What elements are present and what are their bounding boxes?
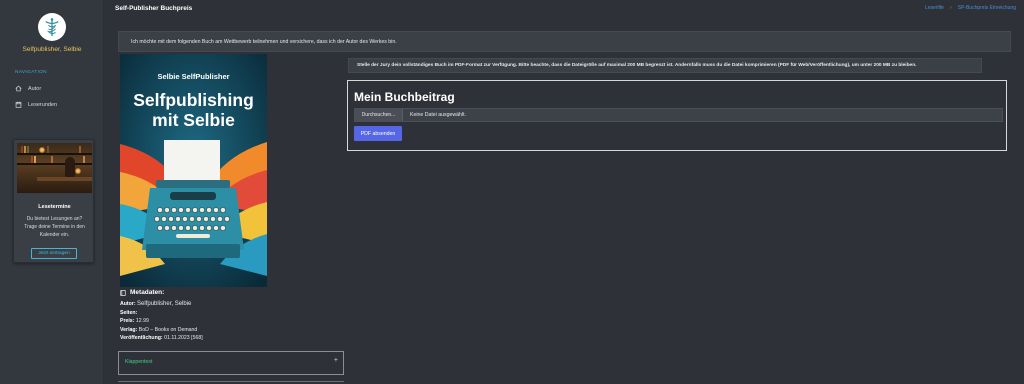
- meta-price-value: 12.99: [135, 318, 149, 324]
- meta-published-label: Veröffentlichung:: [120, 335, 163, 341]
- user-name[interactable]: Selfpublisher, Selbie: [0, 46, 104, 53]
- card-title: Lesetermine: [38, 204, 71, 210]
- meta-author-value: Selfpublisher, Selbie: [137, 301, 192, 307]
- library-photo: [17, 143, 92, 193]
- breadcrumb-current[interactable]: SP-Buchpreis Einreichung: [958, 5, 1016, 11]
- jury-note: Stelle der Jury dein vollständiges Buch …: [348, 58, 982, 73]
- meta-publisher-label: Verlag:: [120, 326, 138, 333]
- sidebar: Selfpublisher, Selbie NAVIGATION Autor L…: [0, 0, 104, 384]
- sidebar-item-leserunden[interactable]: Leserunden: [15, 101, 57, 108]
- file-status: Keine Datei ausgewählt.: [410, 112, 466, 118]
- notice-text: Ich möchte mit dem folgenden Buch am Wet…: [131, 39, 397, 45]
- card-text: Du bietest Lesungen an? Trage deine Term…: [24, 216, 85, 238]
- pdf-file-input[interactable]: Durchsuchen... Keine Datei ausgewählt.: [354, 108, 1003, 122]
- meta-author-label: Autor:: [120, 301, 136, 307]
- page-title: Self-Publisher Buchpreis: [115, 5, 193, 12]
- meta-published-value: 01.11.2023 [568]: [164, 335, 203, 341]
- caduceus-icon: [45, 18, 59, 36]
- meta-price-row: Preis: 12.99: [120, 317, 345, 326]
- cover-author: Selbie SelfPublisher: [157, 72, 230, 81]
- klappentext-label: Klappentext: [125, 359, 153, 365]
- jetzt-eintragen-button[interactable]: Jetzt eintragen: [31, 248, 77, 259]
- sidebar-item-label: Autor: [28, 85, 42, 92]
- plus-icon[interactable]: +: [334, 357, 338, 364]
- pdf-submit-button[interactable]: PDF absenden: [354, 126, 402, 141]
- meta-publisher-value: BoD – Books on Demand: [138, 326, 198, 333]
- cover-title: Selfpublishing mit Selbie: [133, 90, 254, 130]
- sidebar-item-autor[interactable]: Autor: [15, 85, 41, 92]
- brand-logo[interactable]: [38, 13, 66, 41]
- sidebar-item-label: Leserunden: [28, 101, 58, 108]
- metadata-heading: Metadaten:: [120, 289, 345, 296]
- buchbeitrag-form: Mein Buchbeitrag Durchsuchen... Keine Da…: [347, 80, 1007, 151]
- browse-button[interactable]: Durchsuchen...: [355, 109, 403, 121]
- home-icon: [15, 85, 22, 92]
- meta-author-row: Autor: Selfpublisher, Selbie: [120, 300, 345, 309]
- form-title: Mein Buchbeitrag: [354, 90, 455, 104]
- calendar-icon: [15, 101, 22, 108]
- participation-notice: Ich möchte mit dem folgenden Buch am Wet…: [118, 31, 1011, 52]
- meta-pages-label: Seiten:: [120, 309, 138, 316]
- meta-price-label: Preis:: [120, 318, 135, 324]
- cover-artwork: [120, 54, 267, 287]
- book-cover: Selbie SelfPublisher Selfpublishing mit …: [120, 54, 267, 287]
- book-icon: [120, 289, 126, 296]
- meta-pages-row: Seiten:: [120, 309, 345, 318]
- book-metadata: Metadaten: Autor: Selfpublisher, Selbie …: [120, 289, 345, 343]
- breadcrumb-link-home[interactable]: Leserlife: [925, 5, 944, 11]
- divider: [118, 381, 344, 382]
- meta-published-row: Veröffentlichung: 01.11.2023 [568]: [120, 334, 345, 343]
- breadcrumb-separator-icon: ›: [949, 5, 952, 11]
- nav-section-title: NAVIGATION: [15, 70, 47, 75]
- top-bar: Self-Publisher Buchpreis Leserlife › SP-…: [104, 0, 1024, 22]
- metadata-heading-label: Metadaten:: [130, 289, 165, 296]
- jury-note-text: Stelle der Jury dein vollständiges Buch …: [357, 63, 917, 68]
- breadcrumb: Leserlife › SP-Buchpreis Einreichung: [925, 5, 1016, 11]
- meta-publisher-row: Verlag: BoD – Books on Demand: [120, 326, 345, 335]
- klappentext-accordion[interactable]: Klappentext +: [118, 351, 344, 375]
- lesetermine-card: Lesetermine Du bietest Lesungen an? Trag…: [13, 139, 94, 263]
